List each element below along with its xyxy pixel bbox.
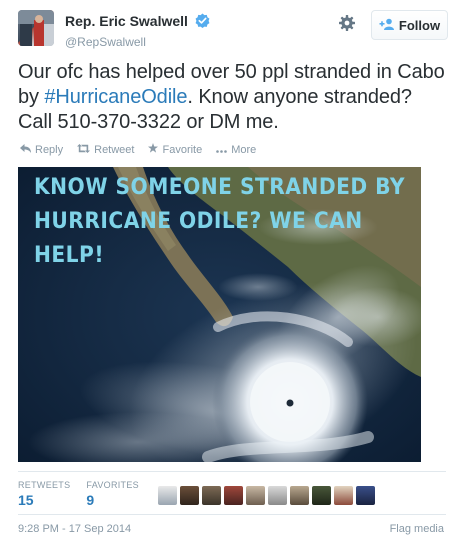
favoriter-avatar[interactable]	[180, 486, 199, 505]
reply-icon	[20, 143, 31, 156]
favorites-stat[interactable]: FAVORITES 9	[86, 480, 139, 508]
retweets-count: 15	[18, 492, 34, 508]
favorites-label: FAVORITES	[86, 480, 139, 490]
favorite-button[interactable]: Favorite	[148, 143, 202, 156]
favoriter-avatar[interactable]	[246, 486, 265, 505]
tweet-actions: Reply Retweet Favorite More	[20, 143, 256, 156]
add-user-icon	[379, 18, 395, 33]
reply-label: Reply	[35, 143, 64, 156]
retweet-icon	[77, 143, 91, 156]
handle[interactable]: @RepSwalwell	[65, 35, 210, 49]
favorite-label: Favorite	[162, 143, 203, 156]
favoriter-avatar[interactable]	[290, 486, 309, 505]
flag-media-link[interactable]: Flag media	[390, 523, 444, 535]
divider-top	[18, 471, 446, 472]
reply-button[interactable]: Reply	[20, 143, 63, 156]
favoriter-avatars	[158, 486, 375, 505]
hashtag-link[interactable]: #HurricaneOdile	[44, 86, 187, 108]
tweet-stats: RETWEETS 15 FAVORITES 9	[18, 480, 139, 508]
favoriter-avatar[interactable]	[268, 486, 287, 505]
more-label: More	[231, 143, 257, 156]
verified-badge-icon	[195, 13, 210, 33]
more-dots-icon	[216, 144, 228, 156]
tweet-header: Rep. Eric Swalwell @RepSwalwell Follow	[18, 10, 448, 54]
media-caption: Know someone stranded by Hurricane Odile…	[34, 171, 420, 273]
media-caption-line-2: Hurricane Odile? We can help!	[34, 209, 363, 268]
gear-icon[interactable]	[338, 14, 356, 32]
star-icon	[148, 143, 159, 156]
retweets-label: RETWEETS	[18, 480, 71, 490]
favoriter-avatar[interactable]	[312, 486, 331, 505]
retweet-button[interactable]: Retweet	[77, 143, 134, 156]
follow-label: Follow	[398, 17, 441, 33]
media-caption-line-1: Know someone stranded by	[34, 175, 406, 200]
favoriter-avatar[interactable]	[224, 486, 243, 505]
display-name[interactable]: Rep. Eric Swalwell	[65, 13, 188, 29]
favoriter-avatar[interactable]	[334, 486, 353, 505]
tweet-timestamp[interactable]: 9:28 PM - 17 Sep 2014	[18, 523, 131, 535]
retweet-label: Retweet	[94, 143, 135, 156]
favoriter-avatar[interactable]	[158, 486, 177, 505]
retweets-stat[interactable]: RETWEETS 15	[18, 480, 70, 508]
divider-bottom	[18, 514, 446, 515]
favorites-count: 9	[86, 492, 95, 508]
author-block: Rep. Eric Swalwell @RepSwalwell	[65, 13, 210, 49]
display-name-row: Rep. Eric Swalwell	[65, 13, 210, 33]
more-button[interactable]: More	[216, 143, 256, 156]
avatar[interactable]	[18, 10, 54, 46]
favoriter-avatar[interactable]	[202, 486, 221, 505]
media-image[interactable]: Know someone stranded by Hurricane Odile…	[18, 167, 421, 462]
follow-button[interactable]: Follow	[371, 10, 448, 40]
tweet-text: Our ofc has helped over 50 ppl stranded …	[18, 60, 448, 135]
favoriter-avatar[interactable]	[356, 486, 375, 505]
